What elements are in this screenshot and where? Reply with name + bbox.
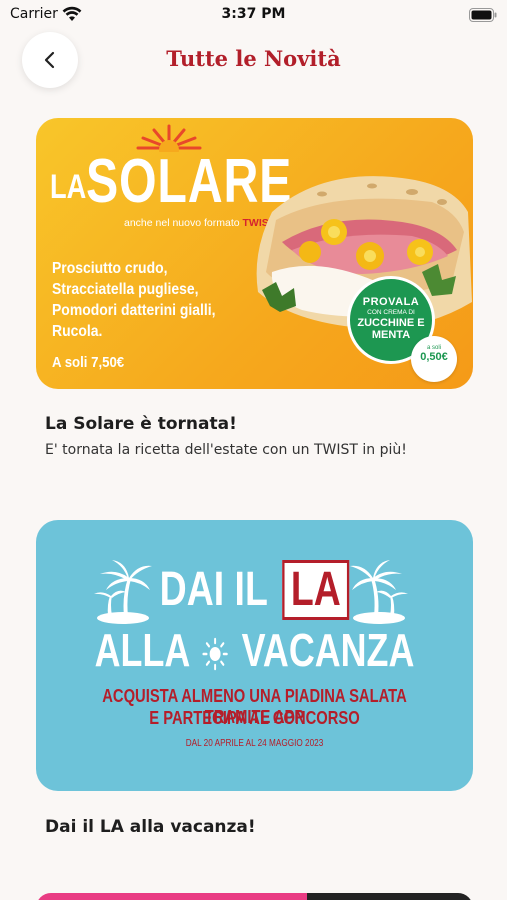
promo-badge-line3: ZUCCHINE E MENTA: [357, 317, 425, 341]
banner-dates: DAL 20 APRILE AL 24 MAGGIO 2023: [185, 738, 324, 749]
news-card-vacanza[interactable]: DAI IL LA ALLA VACANZA ACQUISTA ALMENO U…: [36, 520, 473, 791]
news-card-solare[interactable]: LA SOLARE anche nel nuovo formato TWIST …: [36, 118, 473, 389]
sun-icon: [202, 637, 228, 671]
status-bar: Carrier 3:37 PM: [0, 0, 507, 30]
extra-price-badge: a soli 0,50€: [411, 336, 457, 382]
news-title: La Solare è tornata!: [45, 414, 237, 434]
promo-badge-line1: PROVALA: [362, 296, 420, 308]
banner-ingredients: Prosciutto crudo, Stracciatella pugliese…: [52, 260, 216, 340]
page-title: Tutte le Novità: [166, 46, 341, 71]
status-time: 3:37 PM: [221, 6, 286, 22]
banner-tagline-text: anche nel nuovo formato: [124, 217, 243, 229]
news-subtitle: E' tornata la ricetta dell'estate con un…: [45, 442, 407, 458]
news-card-partial[interactable]: [36, 893, 473, 900]
banner-la-word: LA: [50, 168, 87, 206]
battery-icon: [469, 8, 497, 22]
banner-headline-line2: ALLA VACANZA: [84, 623, 425, 677]
extra-price-value: 0,50€: [420, 351, 448, 363]
banner-headline-right: VACANZA: [241, 624, 415, 676]
promo-badge-line2: CON CREMA DI: [367, 309, 415, 316]
banner-cta-line2: E PARTECIPA AL CONCORSO: [149, 708, 360, 728]
news-title: Dai il LA alla vacanza!: [45, 817, 256, 837]
banner-price: A soli 7,50€: [52, 354, 125, 371]
banner-headline-line1: DAI IL LA: [84, 560, 425, 620]
banner-headline-la-box: LA: [282, 560, 350, 620]
banner-headline-left: ALLA: [94, 624, 189, 676]
banner-headline-prefix: DAI IL: [159, 563, 268, 616]
